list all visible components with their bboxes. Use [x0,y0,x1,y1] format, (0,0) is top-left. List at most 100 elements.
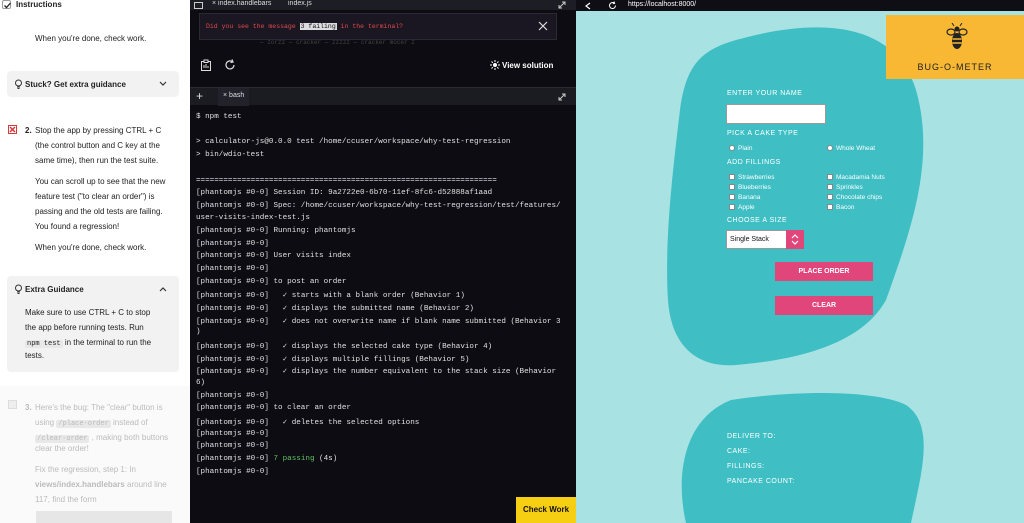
step-2-done-text: When you're done, check work. [35,243,147,252]
fix-line-2: views/index.handlebars around line [35,480,167,489]
bottom-blob [681,393,924,523]
folder-icon[interactable] [194,1,203,9]
place-order-button[interactable]: PLACE ORDER [775,262,873,281]
chevron-down-icon [159,81,167,86]
terminal-line: [phantomjs #0-0] [196,442,269,450]
terminal-line: ========================================… [196,177,497,185]
filling-bacon[interactable]: Bacon [827,204,854,211]
filling-strawberries[interactable]: Strawberries [729,174,774,181]
terminal-line: [phantomjs #0-0] User visits index [196,252,351,260]
lightbulb-icon [15,79,22,89]
stuck-guidance-label: Stuck? Get extra guidance [25,80,126,89]
size-select-toggle[interactable] [786,230,804,249]
cake-type-label: PICK A CAKE TYPE [727,130,799,137]
npm-test-code: npm test [25,340,63,348]
clear-button[interactable]: CLEAR [775,296,873,315]
cake-type-plain[interactable]: Plain [729,145,752,152]
tab-index-handlebars[interactable]: × index.handlebars [212,0,271,7]
step-3-line-1: Here's the bug: The "clear" button is [35,403,163,412]
terminal-line: user-visits-index-test.js [196,214,310,222]
cake-output-label: CAKE: [727,448,751,455]
chevron-up-icon[interactable] [159,286,167,292]
message-banner: Did you see the message 3 failing in the… [199,13,557,40]
terminal-line: [phantomjs #0-0] [196,392,269,400]
extra-guidance-box: Extra Guidance Make sure to use CTRL + C… [7,276,179,372]
enter-name-label: ENTER YOUR NAME [727,90,803,97]
step-2-status-icon [8,125,17,134]
guidance-line-2: the app before running tests. Run [25,323,144,332]
filling-macadamia-nuts[interactable]: Macadamia Nuts [827,174,885,181]
terminal-line: [phantomjs #0-0] to clear an order [196,404,351,412]
editor-panel: × index.handlebars index.js Did you see … [190,0,576,523]
terminal-tabs: + × bash [190,87,576,106]
step-2-line-2: (the control button and C key at the [35,141,160,150]
terminal-line: [phantomjs #0-0] ✓ displays the submitte… [196,305,474,313]
terminal-line: [phantomjs #0-0] ✓ displays the selected… [196,343,493,351]
file-tabs: × index.handlebars index.js [190,0,576,10]
obscured-code-text: — zorzz — cracker — zzzzz — cracker moce… [260,39,415,46]
intro-done-text: When you're done, check work. [35,34,147,43]
terminal-line: [phantomjs #0-0] Session ID: 9a2722e0-6b… [196,189,493,197]
stuck-guidance-toggle[interactable]: Stuck? Get extra guidance [7,71,179,97]
lightbulb-icon [15,284,22,294]
clipboard-icon[interactable] [200,59,212,71]
step-3-area: 3. Here's the bug: The "clear" button is… [0,386,190,523]
name-input[interactable] [726,104,826,124]
step-3-number: 3. [25,403,32,412]
check-work-button[interactable]: Check Work [516,497,576,523]
sun-icon [490,60,500,70]
passing-count: 7 passing [273,455,315,463]
step-2-line-1: Stop the app by pressing CTRL + C [35,126,162,135]
terminal-line: > calculator-js@0.0.0 test /home/ccuser/… [196,138,511,146]
terminal-line: [phantomjs #0-0] [196,265,269,273]
filling-banana[interactable]: Banana [729,194,760,201]
fillings-output-label: FILLINGS: [727,463,765,470]
code-snippet-placeholder [36,511,172,523]
terminal-line: [phantomjs #0-0] ✓ starts with a blank o… [196,292,465,300]
filling-apple[interactable]: Apple [729,204,755,211]
checkbox-icon[interactable] [2,0,11,9]
scroll-line-2: feature test ("to clear an order") is [35,192,155,201]
deliver-to-label: DELIVER TO: [727,433,776,440]
cake-type-whole-wheat[interactable]: Whole Wheat [827,145,875,152]
view-solution-button[interactable]: View solution [502,61,553,70]
terminal-line: 6) [196,379,206,387]
scroll-line-1: You can scroll up to see that the new [35,177,166,186]
step-2-line-3: same time), then run the test suite. [35,156,159,165]
extra-guidance-title: Extra Guidance [25,285,84,294]
terminal-line: [phantomjs #0-0] Spec: /home/ccuser/work… [196,202,561,210]
fix-line-3: 117, find the form [35,495,97,504]
close-icon[interactable] [538,21,548,31]
terminal-line: [phantomjs #0-0] [196,468,269,476]
add-terminal-icon[interactable]: + [196,89,203,103]
terminal-line: [phantomjs #0-0] ✓ displays the number e… [196,368,557,376]
instructions-header: Instructions [0,0,190,14]
step-2-number: 2. [25,126,32,135]
refresh-icon[interactable] [224,59,236,71]
fix-line-1: Fix the regression, step 1: In [35,465,136,474]
terminal-tab-bash[interactable]: × bash [218,88,250,106]
filling-sprinkles[interactable]: Sprinkles [827,184,863,191]
editor-toolbar: View solution [190,50,576,84]
terminal-line-passing: [phantomjs #0-0] 7 passing (4s) [196,455,338,463]
message-text: Did you see the message 3 failing in the… [206,23,404,30]
terminal-line: [phantomjs #0-0] [196,240,269,248]
terminal-line: [phantomjs #0-0] to post an order [196,278,347,286]
step-3-line-4: clear the order! [35,444,89,453]
filling-blueberries[interactable]: Blueberries [729,184,771,191]
guidance-line-4: tests. [25,351,45,360]
expand-icon[interactable] [558,1,566,9]
terminal-line: [phantomjs #0-0] ✓ deletes the selected … [196,419,420,427]
scroll-line-3: passing and the old tests are failing. [35,207,163,216]
scroll-line-4: You found a regression! [35,222,120,231]
expand-icon[interactable] [558,93,566,101]
fillings-label: ADD FILLINGS [727,159,781,166]
pancake-count-label: PANCAKE COUNT: [727,478,795,485]
terminal-line: ) [196,328,201,336]
terminal-line: $ npm test [196,113,242,121]
terminal-line: [phantomjs #0-0] ✓ displays multiple fil… [196,356,470,364]
terminal-line: [phantomjs #0-0] ✓ does not overwrite na… [196,318,561,326]
filling-chocolate-chips[interactable]: Chocolate chips [827,194,882,201]
tab-index-js[interactable]: index.js [288,0,312,7]
step-3-checkbox[interactable] [8,400,17,409]
